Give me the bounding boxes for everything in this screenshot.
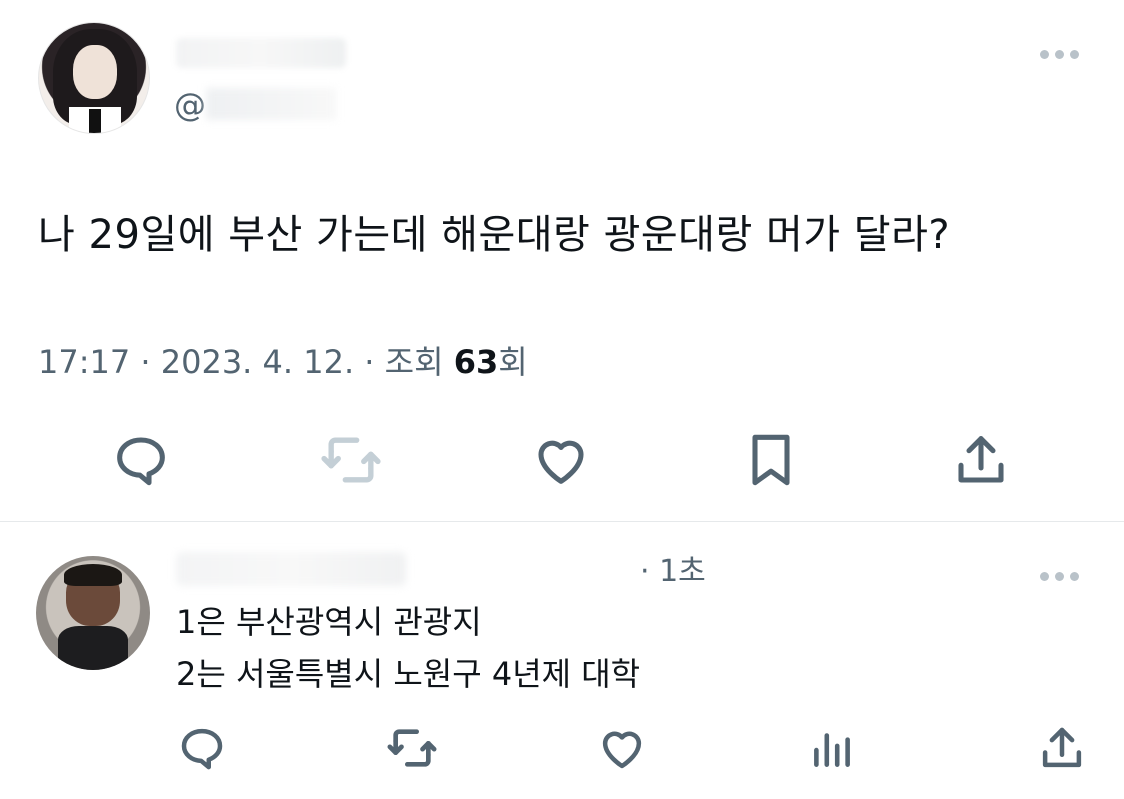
main-tweet: @ 나 29일에 부산 가는데 해운대랑 광운대랑 머가 달라? 17:17 ·… — [0, 0, 1124, 520]
author-name-blurred[interactable] — [176, 38, 346, 68]
reply-share-icon[interactable] — [1032, 718, 1092, 778]
author-handle-blurred — [206, 88, 336, 120]
retweet-icon[interactable] — [316, 425, 386, 495]
share-icon[interactable] — [946, 425, 1016, 495]
tweet-meta: 17:17 · 2023. 4. 12. · 조회 63회 — [38, 340, 528, 384]
like-icon[interactable] — [526, 425, 596, 495]
view-count-suffix: 회 — [498, 343, 528, 381]
reply-like-icon[interactable] — [592, 718, 652, 778]
reply-text-line-1: 1은 부산광역시 관광지 — [176, 603, 482, 641]
author-handle[interactable]: @ — [174, 86, 206, 124]
reply-icon[interactable] — [106, 425, 176, 495]
tweet-action-bar — [0, 425, 1124, 495]
tweet-text: 나 29일에 부산 가는데 해운대랑 광운대랑 머가 달라? — [38, 212, 951, 258]
reply-reply-icon[interactable] — [172, 718, 232, 778]
view-count: 63 — [453, 343, 499, 381]
author-avatar[interactable] — [38, 22, 150, 134]
reply-timestamp[interactable]: · 1초 — [640, 552, 706, 592]
reply-text-line-2: 2는 서울특별시 노원구 4년제 대학 — [176, 655, 641, 693]
reply-retweet-icon[interactable] — [382, 718, 442, 778]
reply-author-name-blurred[interactable] — [176, 552, 406, 586]
reply-author-avatar[interactable] — [36, 556, 150, 670]
reply-action-bar — [0, 718, 1124, 778]
reply-views-icon[interactable] — [802, 718, 862, 778]
more-options-icon[interactable] — [1040, 44, 1084, 64]
tweet-timestamp[interactable]: 17:17 · 2023. 4. 12. · 조회 — [38, 343, 454, 381]
reply-more-options-icon[interactable] — [1040, 566, 1084, 586]
bookmark-icon[interactable] — [736, 425, 806, 495]
reply-tweet: · 1초 1은 부산광역시 관광지 2는 서울특별시 노원구 4년제 대학 — [0, 522, 1124, 799]
